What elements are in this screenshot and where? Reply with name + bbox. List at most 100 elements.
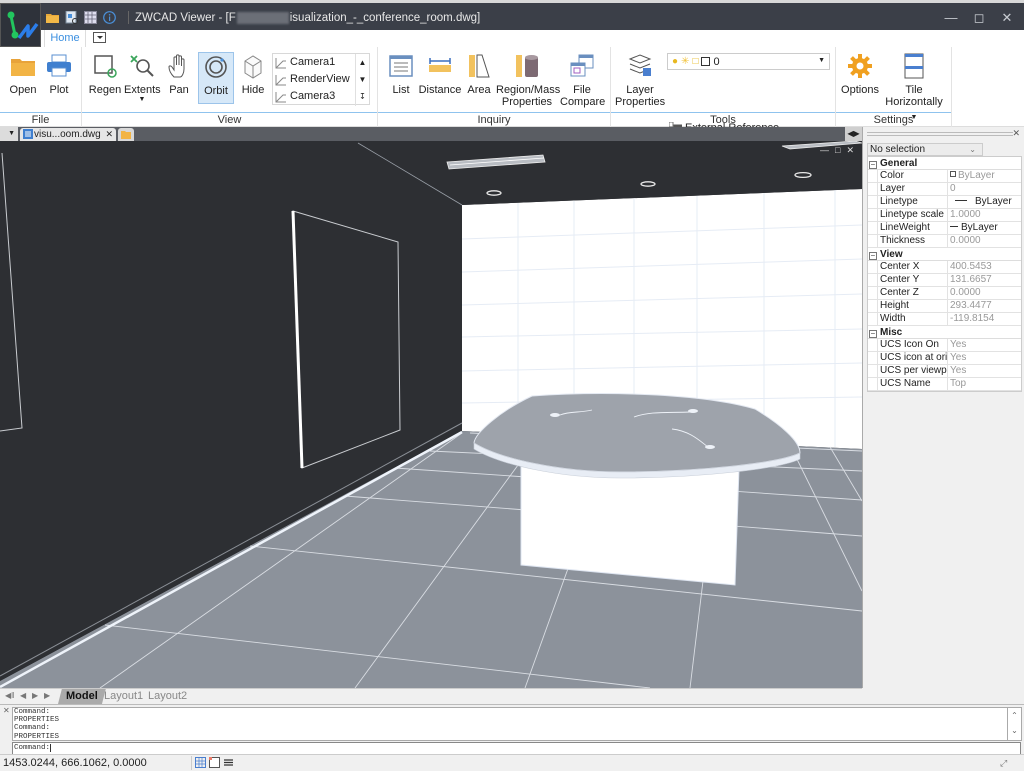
camera-item[interactable]: RenderView	[275, 71, 350, 88]
property-value[interactable]: 0.0000	[948, 235, 1021, 247]
open-folder-icon[interactable]	[46, 11, 59, 24]
property-value[interactable]: 131.6657	[948, 274, 1021, 286]
options-button[interactable]: Options	[840, 53, 880, 96]
property-value[interactable]: 0	[948, 183, 1021, 195]
camera-item[interactable]: Camera1	[275, 54, 335, 71]
property-value[interactable]: ByLayer	[948, 196, 1021, 208]
close-icon[interactable]: ✕	[1000, 11, 1014, 25]
group-label-inquiry: Inquiry	[378, 112, 610, 127]
property-row[interactable]: LineWeight ByLayer	[868, 222, 1021, 235]
layer-properties-button[interactable]: Layer Properties	[615, 53, 665, 108]
paper-space-icon[interactable]	[209, 757, 220, 768]
property-row[interactable]: Layer 0	[868, 183, 1021, 196]
fullscreen-icon[interactable]: ⤢	[1000, 758, 1010, 768]
pan-button[interactable]: Pan	[162, 53, 196, 96]
history-line: PROPERTIES	[14, 716, 60, 725]
ribbon-options-dropdown[interactable]	[93, 32, 106, 43]
collapse-icon[interactable]: –	[869, 330, 877, 338]
regen-button[interactable]: Regen	[88, 53, 122, 96]
scroll-up-icon[interactable]: ▲	[356, 54, 369, 71]
property-row[interactable]: Center Z 0.0000	[868, 287, 1021, 300]
grid-icon[interactable]	[195, 757, 206, 768]
property-key: LineWeight	[877, 222, 948, 234]
first-tab-icon[interactable]: ◀‖	[5, 691, 14, 700]
viewport-minimize-icon[interactable]: —	[820, 145, 829, 156]
hide-button[interactable]: Hide	[236, 53, 270, 96]
plot-label: Plot	[49, 84, 69, 96]
property-value[interactable]: Yes	[948, 352, 1021, 364]
property-row[interactable]: Center X 400.5453	[868, 261, 1021, 274]
app-logo[interactable]	[0, 3, 41, 47]
property-row[interactable]: Color ByLayer	[868, 170, 1021, 183]
viewport-close-icon[interactable]: ✕	[846, 145, 854, 156]
camera-item[interactable]: Camera3	[275, 88, 335, 105]
command-history-scrollbar[interactable]: ⌃ ⌄	[1008, 707, 1022, 741]
tab-home[interactable]: Home	[44, 30, 86, 47]
next-tab-icon[interactable]: ▶	[32, 691, 38, 700]
category-general[interactable]: – General	[868, 157, 1021, 170]
expand-gallery-icon[interactable]: ↧	[356, 88, 369, 105]
property-row[interactable]: UCS Name Top	[868, 378, 1021, 391]
property-row[interactable]: UCS per viewp... Yes	[868, 365, 1021, 378]
property-value[interactable]: 293.4477	[948, 300, 1021, 312]
property-value[interactable]: Top	[948, 378, 1021, 390]
category-misc[interactable]: – Misc	[868, 326, 1021, 339]
info-icon[interactable]	[103, 11, 116, 24]
close-panel-icon[interactable]: ✕	[1012, 128, 1020, 139]
scroll-down-icon[interactable]: ▼	[356, 71, 369, 88]
tile-horizontal-icon	[904, 53, 924, 79]
minimize-icon[interactable]: —	[944, 11, 958, 25]
property-value[interactable]: 1.0000	[948, 209, 1021, 221]
selection-dropdown[interactable]: No selection ⌄	[867, 143, 983, 156]
layer-dropdown[interactable]: ● ✳ □ 0 ▼	[667, 53, 830, 70]
properties-sheet-icon[interactable]	[65, 10, 78, 24]
property-row[interactable]: Center Y 131.6657	[868, 274, 1021, 287]
menu-icon[interactable]	[223, 757, 234, 768]
maximize-icon[interactable]: ◻	[972, 11, 986, 25]
property-value[interactable]: Yes	[948, 365, 1021, 377]
tab-scroll-arrows[interactable]: ◀▶	[845, 127, 862, 141]
layout-tab-layout2[interactable]: Layout2	[140, 689, 195, 704]
plot-button[interactable]: Plot	[42, 53, 76, 96]
property-row[interactable]: Linetype scale 1.0000	[868, 209, 1021, 222]
panel-drag-handle[interactable]	[867, 132, 1013, 136]
extents-button[interactable]: Extents ▼	[124, 53, 161, 104]
grid-sheet-icon[interactable]	[84, 11, 97, 24]
file-compare-button[interactable]: File Compare	[560, 53, 605, 108]
drawing-viewport[interactable]: — □ ✕	[0, 141, 862, 688]
chevron-down-icon[interactable]: ⌄	[1008, 723, 1021, 738]
category-view[interactable]: – View	[868, 248, 1021, 261]
property-row[interactable]: UCS Icon On Yes	[868, 339, 1021, 352]
property-value[interactable]: Yes	[948, 339, 1021, 351]
previous-tab-icon[interactable]: ◀	[20, 691, 26, 700]
open-file-tab[interactable]	[118, 128, 134, 141]
tab-list-dropdown[interactable]: ▼	[0, 127, 18, 141]
property-row[interactable]: Linetype ByLayer	[868, 196, 1021, 209]
collapse-icon[interactable]: –	[869, 161, 877, 169]
property-key: Center Z	[877, 287, 948, 299]
list-button[interactable]: List	[386, 53, 416, 96]
property-value[interactable]: 400.5453	[948, 261, 1021, 273]
property-value[interactable]: ByLayer	[948, 170, 1021, 182]
open-button[interactable]: Open	[6, 53, 40, 96]
property-row[interactable]: Width -119.8154	[868, 313, 1021, 326]
region-mass-properties-button[interactable]: Region/Mass Properties	[496, 53, 560, 108]
chevron-up-icon[interactable]: ⌃	[1008, 708, 1021, 723]
close-command-line-icon[interactable]: ✕	[3, 706, 10, 715]
document-tab[interactable]: visu...oom.dwg ✕	[20, 128, 116, 141]
viewport-restore-icon[interactable]: □	[835, 145, 840, 156]
printer-icon	[47, 54, 71, 77]
orbit-button[interactable]: Orbit	[198, 52, 234, 104]
property-row[interactable]: Thickness 0.0000	[868, 235, 1021, 248]
close-tab-icon[interactable]: ✕	[105, 128, 113, 141]
last-tab-icon[interactable]: ▶	[44, 691, 50, 700]
area-button[interactable]: Area	[464, 53, 494, 96]
status-bar: 1453.0244, 666.1062, 0.0000 ⤢	[0, 754, 1024, 771]
distance-button[interactable]: Distance	[418, 53, 462, 96]
collapse-icon[interactable]: –	[869, 252, 877, 260]
property-row[interactable]: UCS icon at ori...Yes	[868, 352, 1021, 365]
property-value[interactable]: ByLayer	[948, 222, 1021, 234]
property-value[interactable]: 0.0000	[948, 287, 1021, 299]
property-value[interactable]: -119.8154	[948, 313, 1021, 325]
property-row[interactable]: Height 293.4477	[868, 300, 1021, 313]
